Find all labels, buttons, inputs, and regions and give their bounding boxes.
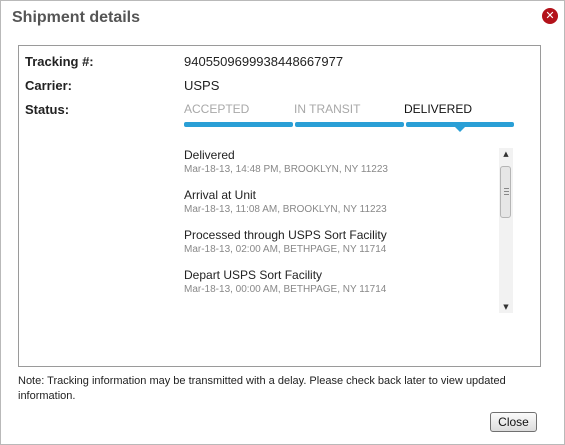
grip-line [504, 188, 509, 189]
scroll-up-icon[interactable]: ▲ [499, 148, 513, 160]
status-step-delivered: DELIVERED [404, 102, 473, 116]
close-button[interactable]: Close [490, 412, 537, 432]
events-scrollbar[interactable]: ▲ ▼ [499, 148, 513, 313]
list-item: Depart USPS Sort Facility Mar-18-13, 00:… [184, 268, 494, 296]
list-item: Processed through USPS Sort Facility Mar… [184, 228, 494, 256]
event-detail: Mar-18-13, 00:00 AM, BETHPAGE, NY 11714 [184, 284, 387, 295]
event-title: Depart USPS Sort Facility [184, 268, 323, 282]
event-title: Delivered [184, 148, 235, 162]
carrier-label: Carrier: [25, 78, 72, 93]
event-detail: Mar-18-13, 14:48 PM, BROOKLYN, NY 11223 [184, 164, 388, 175]
event-title: Arrival at Unit [184, 188, 257, 202]
grip-line [504, 194, 509, 195]
event-title: Processed through USPS Sort Facility [184, 228, 387, 242]
status-step-accepted: ACCEPTED [184, 102, 250, 116]
current-status-pointer-icon [455, 127, 465, 132]
status-progress-segment-1 [184, 122, 293, 127]
tracking-label: Tracking #: [25, 54, 94, 69]
status-progress-segment-2 [295, 122, 404, 127]
scroll-thumb[interactable] [500, 166, 511, 218]
tracking-events-list[interactable]: Delivered Mar-18-13, 14:48 PM, BROOKLYN,… [184, 148, 494, 318]
close-icon[interactable]: ✕ [542, 8, 558, 24]
details-panel: Tracking #: 9405509699938448667977 Carri… [18, 45, 541, 367]
scroll-down-icon[interactable]: ▼ [499, 301, 513, 313]
dialog-title: Shipment details [12, 9, 141, 26]
tracking-number: 9405509699938448667977 [184, 54, 344, 69]
status-label: Status: [25, 102, 70, 117]
shipment-details-dialog: Shipment details ✕ Tracking #: 940550969… [0, 0, 565, 445]
carrier-value: USPS [184, 78, 220, 93]
list-item: Delivered Mar-18-13, 14:48 PM, BROOKLYN,… [184, 148, 494, 176]
status-step-in-transit: IN TRANSIT [294, 102, 361, 116]
event-detail: Mar-18-13, 11:08 AM, BROOKLYN, NY 11223 [184, 204, 387, 215]
tracking-delay-note: Note: Tracking information may be transm… [18, 375, 506, 402]
list-item: Arrival at Unit Mar-18-13, 11:08 AM, BRO… [184, 188, 494, 216]
grip-line [504, 191, 509, 192]
event-detail: Mar-18-13, 02:00 AM, BETHPAGE, NY 11714 [184, 244, 387, 255]
